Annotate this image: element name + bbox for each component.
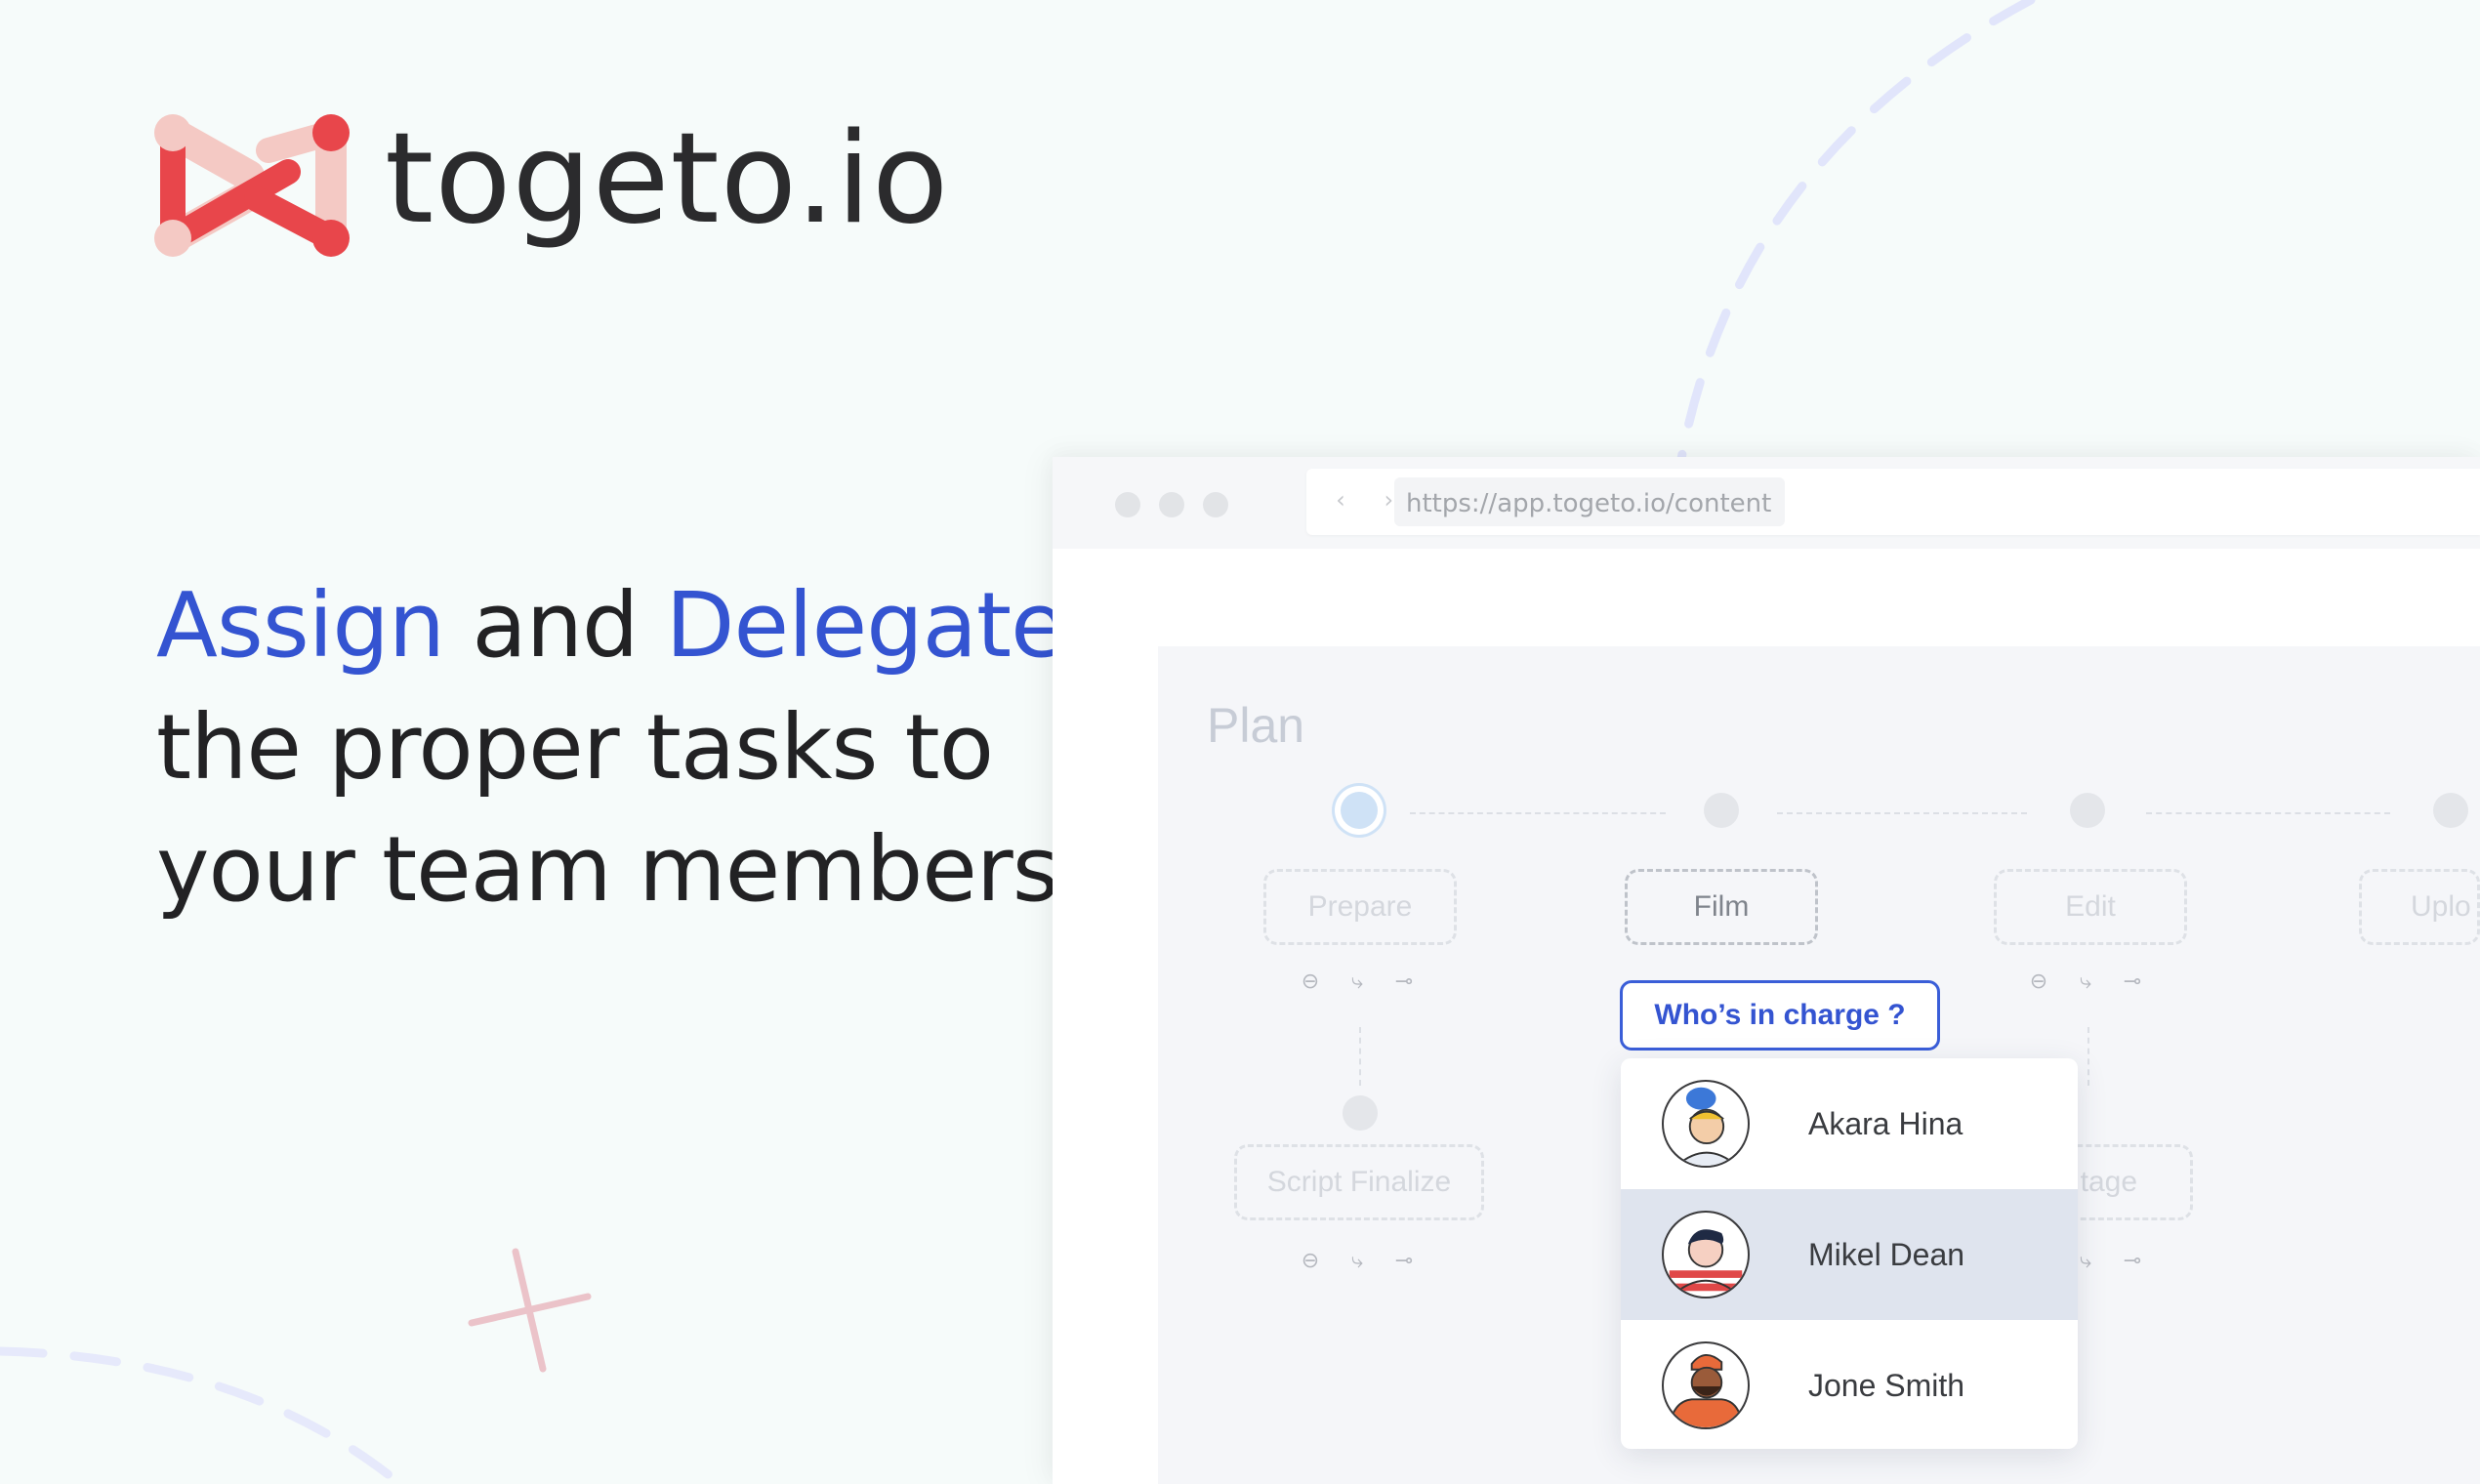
stage-tools: ⊖ ⤷ ⊸: [2026, 969, 2145, 994]
browser-titlebar: ‹ › https://app.togeto.io/content: [1053, 457, 2480, 549]
member-name: Mikel Dean: [1808, 1236, 1965, 1272]
headline-line-2: the proper tasks to: [156, 695, 994, 800]
member-option-selected[interactable]: Mikel Dean: [1621, 1189, 2078, 1320]
stage-node[interactable]: [2433, 793, 2468, 828]
window-minimize-dot[interactable]: [1159, 492, 1184, 517]
branch-icon[interactable]: ⤷: [1344, 969, 1370, 994]
member-name: Jone Smith: [1808, 1367, 1965, 1403]
member-option[interactable]: Akara Hina: [1621, 1058, 2078, 1189]
substage-connector: [1359, 1027, 1361, 1086]
link-icon[interactable]: ⊸: [1391, 969, 1417, 994]
logo-mark-icon: [154, 114, 350, 257]
headline-delegate: Delegate: [665, 573, 1066, 678]
avatar-icon: [1662, 1341, 1750, 1429]
stage-connector: [1777, 812, 2027, 814]
branch-icon[interactable]: ⤷: [2073, 969, 2098, 994]
headline: Assign and Delegate the proper tasks to …: [156, 564, 1066, 930]
stage-prepare[interactable]: Prepare: [1263, 869, 1457, 945]
avatar-icon: [1662, 1211, 1750, 1298]
stage-connector: [2146, 812, 2390, 814]
headline-line-1: Assign and Delegate: [156, 564, 1066, 686]
headline-assign: Assign: [156, 573, 445, 678]
member-name: Akara Hina: [1808, 1105, 1963, 1141]
remove-icon[interactable]: ⊖: [1298, 1248, 1323, 1273]
substage-connector: [2087, 1027, 2089, 1086]
stage-tools: ⊖ ⤷ ⊸: [1298, 969, 1417, 994]
remove-icon[interactable]: ⊖: [1298, 969, 1323, 994]
substage-node[interactable]: [1343, 1095, 1378, 1131]
substage-tools: ⤷ ⊸: [2073, 1248, 2145, 1273]
avatar-icon: [1662, 1080, 1750, 1168]
stage-node[interactable]: [1704, 793, 1739, 828]
substage-script-finalize[interactable]: Script Finalize: [1234, 1144, 1484, 1220]
headline-line-3: your team members: [156, 817, 1059, 922]
url-text: https://app.togeto.io/content: [1406, 489, 1772, 518]
cross-icon: [468, 1248, 592, 1373]
stage-edit[interactable]: Edit: [1994, 869, 2187, 945]
brand-name: togeto.io: [385, 106, 950, 252]
stage-node[interactable]: [2070, 793, 2105, 828]
window-maximize-dot[interactable]: [1203, 492, 1228, 517]
address-bar: ‹ › https://app.togeto.io/content: [1306, 469, 2480, 535]
stage-film[interactable]: Film: [1625, 869, 1818, 945]
headline-and: and: [472, 573, 639, 678]
url-field[interactable]: https://app.togeto.io/content: [1394, 477, 1785, 526]
link-icon[interactable]: ⊸: [2120, 969, 2145, 994]
stage-connector: [1410, 812, 1666, 814]
remove-icon[interactable]: ⊖: [2026, 969, 2051, 994]
stage-upload[interactable]: Uplo: [2359, 869, 2480, 945]
link-icon[interactable]: ⊸: [1391, 1248, 1417, 1273]
member-option[interactable]: Jone Smith: [1621, 1320, 2078, 1449]
whos-in-charge-button[interactable]: Who’s in charge ?: [1620, 980, 1940, 1051]
link-icon[interactable]: ⊸: [2120, 1248, 2145, 1273]
plan-title: Plan: [1207, 698, 1305, 753]
branch-icon[interactable]: ⤷: [1344, 1248, 1370, 1273]
stage-node-active[interactable]: [1341, 792, 1378, 829]
substage-tools: ⊖ ⤷ ⊸: [1298, 1248, 1417, 1273]
assignee-dropdown: Akara Hina Mikel Dean Jone Smith: [1621, 1058, 2078, 1449]
brand-logo[interactable]: togeto.io: [151, 102, 949, 269]
window-close-dot[interactable]: [1115, 492, 1140, 517]
